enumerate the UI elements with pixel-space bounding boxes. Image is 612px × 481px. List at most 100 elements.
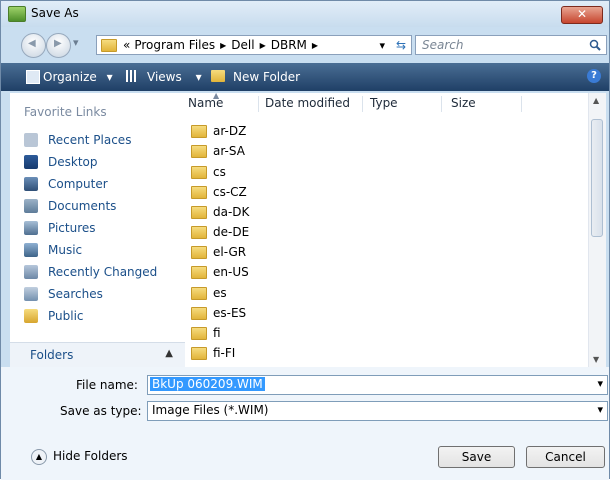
fav-computer[interactable]: Computer xyxy=(24,175,108,193)
column-separator[interactable] xyxy=(441,96,442,112)
folders-toggle[interactable]: Folders ▲ xyxy=(10,342,185,369)
breadcrumb-separator-icon[interactable]: ▶ xyxy=(260,41,266,50)
navigation-pane: Favorite Links Recent Places Desktop Com… xyxy=(10,93,186,367)
fav-label: Computer xyxy=(48,177,108,191)
help-icon[interactable]: ? xyxy=(587,69,601,83)
recently-changed-icon xyxy=(24,265,38,279)
list-item[interactable]: en-US xyxy=(191,262,249,282)
list-item[interactable]: ar-DZ xyxy=(191,121,246,141)
views-label: Views xyxy=(147,70,182,84)
save-as-type-select[interactable]: Image Files (*.WIM) ▾ xyxy=(147,401,608,421)
column-size[interactable]: Size xyxy=(451,93,476,115)
cancel-button[interactable]: Cancel xyxy=(526,446,605,468)
file-name-value: BkUp 060209.WIM xyxy=(150,377,265,391)
searches-icon xyxy=(24,287,38,301)
list-item[interactable]: es xyxy=(191,283,227,303)
organize-menu[interactable]: Organize ▾ xyxy=(43,70,113,84)
recent-pages-dropdown[interactable]: ▾ xyxy=(73,36,79,49)
app-icon xyxy=(8,6,26,22)
fav-desktop[interactable]: Desktop xyxy=(24,153,98,171)
public-folder-icon xyxy=(24,309,38,323)
fav-music[interactable]: Music xyxy=(24,241,82,259)
scrollbar-thumb[interactable] xyxy=(591,119,603,237)
new-folder-button[interactable]: New Folder xyxy=(233,70,300,84)
breadcrumb-separator-icon[interactable]: ▶ xyxy=(312,41,318,50)
fav-searches[interactable]: Searches xyxy=(24,285,103,303)
list-item[interactable]: fi-FI xyxy=(191,343,235,363)
forward-button[interactable]: ▶ xyxy=(46,33,71,58)
back-button[interactable]: ◀ xyxy=(21,33,46,58)
file-name: ar-SA xyxy=(213,144,245,158)
file-name: de-DE xyxy=(213,225,250,239)
list-item[interactable]: es-ES xyxy=(191,303,246,323)
address-bar[interactable]: « Program Files ▶ Dell ▶ DBRM ▶ ▾ ⇆ xyxy=(96,35,412,55)
views-menu[interactable]: Views ▾ xyxy=(147,70,202,84)
file-name-input[interactable]: BkUp 060209.WIM ▾ xyxy=(147,375,608,395)
breadcrumb-program-files[interactable]: Program Files xyxy=(134,38,215,52)
fav-documents[interactable]: Documents xyxy=(24,197,116,215)
fav-label: Searches xyxy=(48,287,103,301)
refresh-icon[interactable]: ⇆ xyxy=(396,38,406,52)
folder-icon xyxy=(191,346,207,360)
column-name[interactable]: Name xyxy=(188,93,223,115)
fav-recently-changed[interactable]: Recently Changed xyxy=(24,263,157,281)
list-item[interactable]: fi xyxy=(191,323,221,343)
column-type[interactable]: Type xyxy=(370,93,398,115)
close-button[interactable]: ✕ xyxy=(561,6,603,24)
folder-icon xyxy=(191,165,207,179)
fav-recent-places[interactable]: Recent Places xyxy=(24,131,131,149)
command-toolbar: Organize ▾ Views ▾ New Folder ? xyxy=(1,63,609,91)
search-input-placeholder: Search xyxy=(422,38,464,52)
column-date-modified[interactable]: Date modified xyxy=(265,93,350,115)
chevron-up-icon: ▲ xyxy=(31,449,47,465)
search-field[interactable]: Search xyxy=(415,35,607,55)
list-item[interactable]: cs xyxy=(191,162,226,182)
fav-label: Pictures xyxy=(48,221,96,235)
list-item[interactable]: de-DE xyxy=(191,222,249,242)
save-button[interactable]: Save xyxy=(438,446,515,468)
favorite-links-heading: Favorite Links xyxy=(24,105,107,119)
file-name: es xyxy=(213,286,227,300)
fav-label: Desktop xyxy=(48,155,98,169)
column-separator[interactable] xyxy=(258,96,259,112)
save-options-panel: File name: BkUp 060209.WIM ▾ Save as typ… xyxy=(1,367,609,480)
column-separator[interactable] xyxy=(362,96,363,112)
recent-places-icon xyxy=(24,133,38,147)
fav-label: Public xyxy=(48,309,84,323)
folder-icon xyxy=(191,144,207,158)
fav-public[interactable]: Public xyxy=(24,307,84,325)
file-name-label: File name: xyxy=(76,378,138,392)
forward-arrow-icon: ▶ xyxy=(54,38,62,49)
breadcrumb-dbrm[interactable]: DBRM xyxy=(271,38,307,52)
views-icon xyxy=(126,70,138,82)
folder-icon xyxy=(101,38,117,52)
scroll-up-icon[interactable]: ▲ xyxy=(593,96,599,105)
hide-folders-label: Hide Folders xyxy=(53,449,128,463)
save-as-type-label: Save as type: xyxy=(60,404,142,418)
column-separator[interactable] xyxy=(521,96,522,112)
list-item[interactable]: cs-CZ xyxy=(191,182,247,202)
list-item[interactable]: ar-SA xyxy=(191,141,245,161)
search-icon[interactable] xyxy=(589,39,601,51)
pictures-icon xyxy=(24,221,38,235)
file-name: fi-FI xyxy=(213,346,236,360)
folders-label: Folders xyxy=(30,348,74,362)
chevron-down-icon: ▾ xyxy=(195,70,202,84)
computer-icon xyxy=(24,177,38,191)
vertical-scrollbar[interactable]: ▲ ▼ xyxy=(588,93,606,367)
address-dropdown-icon[interactable]: ▾ xyxy=(379,39,385,52)
file-name: da-DK xyxy=(213,205,250,219)
fav-label: Documents xyxy=(48,199,117,213)
breadcrumb-dell[interactable]: Dell xyxy=(231,38,254,52)
chevron-down-icon[interactable]: ▾ xyxy=(597,403,603,416)
fav-pictures[interactable]: Pictures xyxy=(24,219,96,237)
list-item[interactable]: el-GR xyxy=(191,242,246,262)
music-icon xyxy=(24,243,38,257)
folder-icon xyxy=(191,205,207,219)
desktop-icon xyxy=(24,155,38,169)
breadcrumb-separator-icon[interactable]: ▶ xyxy=(220,41,226,50)
chevron-down-icon[interactable]: ▾ xyxy=(597,377,603,390)
path-overflow[interactable]: « xyxy=(123,38,130,52)
scroll-down-icon[interactable]: ▼ xyxy=(593,355,599,364)
list-item[interactable]: da-DK xyxy=(191,202,249,222)
